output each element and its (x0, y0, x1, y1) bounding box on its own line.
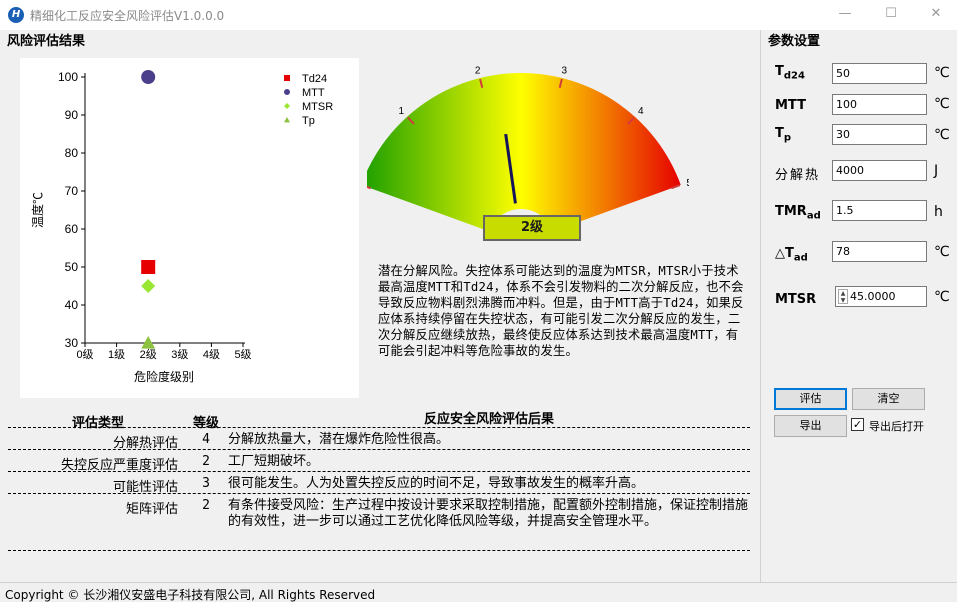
data-point-mtt (141, 70, 156, 84)
result-table: 评估类型 等级 反应安全风险评估后果 分解热评估 4 分解放热量大，潜在爆炸危险… (8, 410, 750, 551)
y-tick-label: 30 (65, 336, 79, 350)
table-row: 可能性评估 3 很可能发生。人为处置失控反应的时间不足，导致事故发生的概率升高。 (8, 472, 750, 495)
heat-unit: J (934, 163, 939, 179)
row-type: 可能性评估 (112, 480, 178, 495)
y-tick-label: 90 (65, 108, 79, 122)
y-tick-label: 40 (65, 298, 79, 312)
risk-result-title: 风险评估结果 (7, 34, 86, 49)
row-consequence: 分解放热量大，潜在爆炸危险性很高。 (228, 432, 450, 447)
table-row: 分解热评估 4 分解放热量大，潜在爆炸危险性很高。 (8, 428, 750, 451)
legend-marker-mtsr (284, 103, 290, 109)
x-tick-label: 0级 (76, 348, 93, 361)
status-bar: Copyright © 长沙湘仪安盛电子科技有限公司, All Rights R… (0, 582, 957, 602)
row-consequence: 有条件接受风险：生产过程中按设计要求采取控制措施，配置额外控制措施，保证控制措施… (228, 498, 749, 529)
heat-label: 分解热 (775, 168, 821, 183)
clear-button[interactable]: 清空 (852, 388, 925, 410)
open-after-export-label: 导出后打开 (869, 420, 924, 433)
tmr-input[interactable] (832, 200, 927, 221)
title-bar: H 精细化工反应安全风险评估V1.0.0.0 — ☐ ✕ (0, 0, 957, 30)
row-consequence: 工厂短期破坏。 (228, 454, 320, 469)
export-button[interactable]: 导出 (774, 415, 847, 437)
minimize-button[interactable]: — (830, 3, 860, 25)
table-row: 矩阵评估 2 有条件接受风险：生产过程中按设计要求采取控制措施，配置额外控制措施… (8, 494, 750, 551)
data-point-mtsr (141, 279, 156, 293)
close-button[interactable]: ✕ (921, 3, 951, 25)
dtad-input[interactable] (832, 241, 927, 262)
x-tick-label: 1级 (108, 348, 125, 361)
legend-label-td24: Td24 (302, 73, 327, 85)
row-level: 4 (202, 432, 210, 447)
row-level: 2 (202, 498, 210, 513)
mtt-unit: ℃ (934, 96, 950, 112)
mtt-label: MTT (775, 98, 806, 113)
risk-level-display: 2级 (483, 215, 581, 241)
scatter-chart-panel: 30 40 50 60 70 80 90 100 0级 1级 2级 3级 4级 5级危险度级别 温度℃ Td2… (20, 58, 359, 398)
table-header-row: 评估类型 等级 反应安全风险评估后果 (8, 410, 750, 431)
row-consequence: 很可能发生。人为处置失控反应的时间不足，导致事故发生的概率升高。 (228, 476, 645, 491)
evaluate-button[interactable]: 评估 (774, 388, 847, 410)
row-level: 2 (202, 454, 210, 469)
gauge-label: 2 (475, 65, 481, 76)
y-axis-label: 温度℃ (30, 192, 45, 228)
x-tick-label: 4级 (203, 348, 220, 361)
param-section-title: 参数设置 (768, 34, 821, 49)
legend-label-mtsr: MTSR (302, 101, 333, 113)
tp-unit: ℃ (934, 127, 950, 143)
legend-marker-tp (284, 117, 290, 123)
dtad-label: △Tad (775, 246, 808, 264)
x-tick-label: 5级 (234, 348, 251, 361)
gauge-label: 5 (686, 178, 689, 189)
header-consequence: 反应安全风险评估后果 (423, 412, 554, 427)
table-row: 失控反应严重度评估 2 工厂短期破坏。 (8, 450, 750, 473)
row-type: 分解热评估 (112, 436, 178, 451)
legend-marker-td24 (284, 75, 290, 81)
copyright-text: Copyright © 长沙湘仪安盛电子科技有限公司, All Rights R… (5, 588, 376, 602)
window-title: 精细化工反应安全风险评估V1.0.0.0 (30, 9, 225, 23)
data-point-td24 (141, 260, 156, 274)
spinner-arrows-icon[interactable]: ▲ ▼ (838, 289, 848, 304)
mtsr-label: MTSR (775, 292, 817, 307)
y-tick-label: 50 (65, 260, 79, 274)
app-logo-icon: H (8, 7, 24, 23)
tp-input[interactable] (832, 124, 927, 145)
y-tick-label: 80 (65, 146, 79, 160)
dtad-unit: ℃ (934, 244, 950, 260)
x-axis-label: 危险度级别 (134, 369, 194, 384)
mtt-input[interactable] (832, 94, 927, 115)
row-level: 3 (202, 476, 210, 491)
y-tick-label: 70 (65, 184, 79, 198)
td24-input[interactable] (832, 63, 927, 84)
scatter-chart: 30 40 50 60 70 80 90 100 0级 1级 2级 3级 4级 5级危险度级别 温度℃ Td2… (30, 70, 333, 384)
tp-label: Tp (775, 126, 792, 144)
x-tick-label: 3级 (171, 348, 188, 361)
gauge-label: 4 (638, 106, 644, 117)
legend-label-tp: Tp (302, 115, 315, 127)
x-tick-label: 2级 (140, 348, 157, 361)
gauge-label: 1 (398, 106, 404, 117)
gauge-label: 3 (562, 65, 568, 76)
open-after-export-checkbox[interactable]: ✓ (851, 418, 864, 431)
data-point-tp (141, 336, 156, 349)
risk-description: 潜在分解风险。失控体系可能达到的温度为MTSR，MTSR小于技术最高温度MTT和… (378, 264, 744, 358)
heat-input[interactable] (832, 160, 927, 181)
legend-label-mtt: MTT (302, 87, 325, 99)
mtsr-unit: ℃ (934, 289, 950, 305)
row-type: 矩阵评估 (125, 502, 178, 517)
td24-unit: ℃ (934, 65, 950, 81)
y-tick-label: 100 (58, 70, 78, 84)
tmr-unit: h (934, 204, 943, 220)
legend-marker-mtt (284, 89, 290, 95)
y-tick-label: 60 (65, 222, 79, 236)
mtsr-spinner[interactable]: ▲ ▼ 45.0000 (835, 286, 927, 307)
maximize-button[interactable]: ☐ (876, 3, 906, 25)
row-type: 失控反应严重度评估 (60, 458, 178, 473)
mtsr-value: 45.0000 (850, 290, 896, 303)
tmr-label: TMRad (775, 204, 821, 222)
td24-label: Td24 (775, 64, 805, 82)
